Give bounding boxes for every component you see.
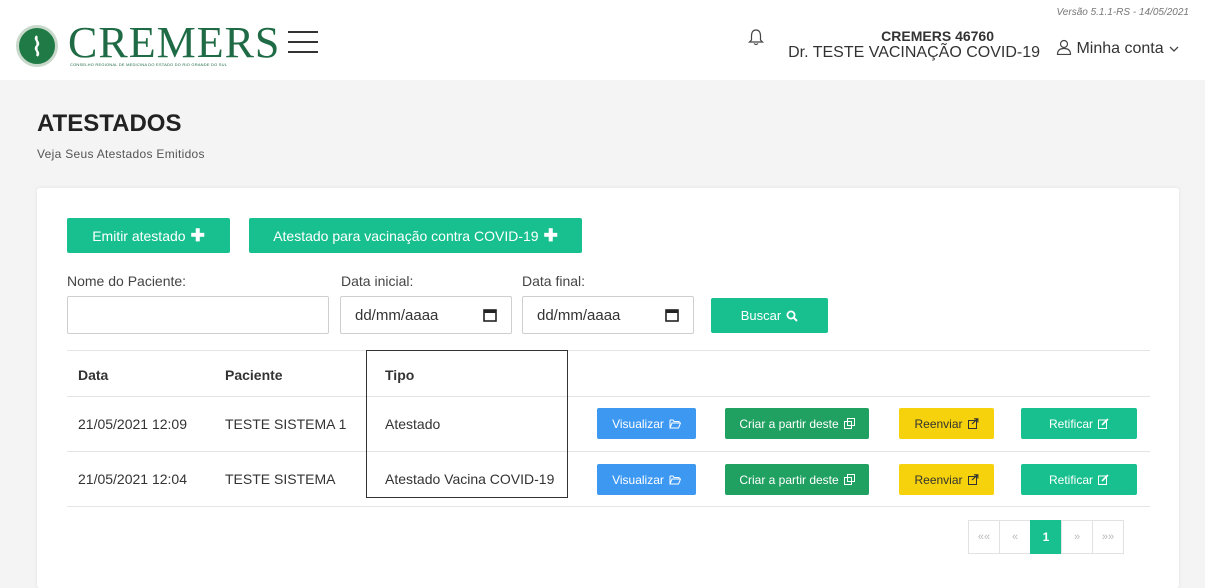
start-date-input[interactable]: dd/mm/aaaa xyxy=(340,296,512,334)
covid-vaccination-certificate-button[interactable]: Atestado para vacinação contra COVID-19 … xyxy=(249,218,582,253)
start-date-placeholder: dd/mm/aaaa xyxy=(355,306,439,324)
copy-icon xyxy=(843,418,855,429)
resend-button[interactable]: Reenviar xyxy=(899,464,994,495)
user-info: CREMERS 46760 Dr. TESTE VACINAÇÃO COVID-… xyxy=(780,28,1040,62)
cremers-logo[interactable]: CREMERS CONSELHO REGIONAL DE MEDICINA DO… xyxy=(16,20,279,72)
version-label: Versão 5.1.1-RS - 14/05/2021 xyxy=(1056,7,1190,18)
create-from-button[interactable]: Criar a partir deste xyxy=(725,464,869,495)
row-date: 21/05/2021 12:09 xyxy=(78,416,187,432)
rectify-button[interactable]: Retificar xyxy=(1021,464,1137,495)
edit-icon xyxy=(1098,474,1109,485)
view-button[interactable]: Visualizar xyxy=(597,464,696,495)
header-divider xyxy=(67,396,1150,397)
pagination-prev[interactable]: « xyxy=(999,520,1031,554)
page-subtitle: Veja Seus Atestados Emitidos xyxy=(37,147,205,161)
share-icon xyxy=(967,418,978,429)
folder-open-icon xyxy=(669,419,681,428)
create-from-button[interactable]: Criar a partir deste xyxy=(725,408,869,439)
row-type: Atestado Vacina COVID-19 xyxy=(385,471,555,487)
table-top-border xyxy=(67,350,1150,351)
end-date-input[interactable]: dd/mm/aaaa xyxy=(522,296,694,334)
patient-name-input[interactable] xyxy=(67,296,329,334)
menu-icon[interactable] xyxy=(288,31,318,53)
bell-icon[interactable] xyxy=(748,28,764,46)
edit-icon xyxy=(1098,418,1109,429)
user-icon xyxy=(1056,39,1072,56)
page-title: ATESTADOS xyxy=(37,110,182,137)
search-icon xyxy=(786,310,798,322)
row-divider xyxy=(67,451,1150,452)
pagination-first[interactable]: «« xyxy=(968,520,1000,554)
search-button[interactable]: Buscar xyxy=(711,298,828,333)
pagination-current[interactable]: 1 xyxy=(1030,520,1062,554)
account-label: Minha conta xyxy=(1076,40,1164,57)
logo-subtitle: CONSELHO REGIONAL DE MEDICINA DO ESTADO … xyxy=(70,62,228,67)
covid-vaccination-label: Atestado para vacinação contra COVID-19 xyxy=(273,227,539,244)
row-patient: TESTE SISTEMA xyxy=(225,471,336,487)
seal-icon xyxy=(16,25,58,67)
row-divider xyxy=(67,506,1150,507)
column-header-patient: Paciente xyxy=(225,367,283,383)
view-label: Visualizar xyxy=(612,472,664,487)
rectify-label: Retificar xyxy=(1048,472,1093,487)
plus-icon: ✚ xyxy=(190,225,205,245)
end-date-placeholder: dd/mm/aaaa xyxy=(537,306,621,324)
pagination: «« « 1 » »» xyxy=(968,520,1124,554)
copy-icon xyxy=(843,474,855,485)
search-label: Buscar xyxy=(740,308,782,323)
end-date-label: Data final: xyxy=(522,273,586,289)
pagination-last[interactable]: »» xyxy=(1092,520,1124,554)
view-label: Visualizar xyxy=(612,416,664,431)
rectify-label: Retificar xyxy=(1048,416,1093,431)
rectify-button[interactable]: Retificar xyxy=(1021,408,1137,439)
column-header-date: Data xyxy=(78,367,109,383)
emit-certificate-label: Emitir atestado xyxy=(92,227,186,244)
calendar-icon[interactable] xyxy=(665,308,679,322)
user-name: Dr. TESTE VACINAÇÃO COVID-19 xyxy=(788,44,1040,61)
resend-label: Reenviar xyxy=(914,416,963,431)
account-menu[interactable]: Minha conta xyxy=(1056,39,1180,58)
column-header-type: Tipo xyxy=(385,367,415,383)
logo-text: CREMERS xyxy=(68,18,281,67)
user-crm: CREMERS 46760 xyxy=(881,28,994,44)
row-date: 21/05/2021 12:04 xyxy=(78,471,187,487)
patient-name-label: Nome do Paciente: xyxy=(67,273,187,289)
row-patient: TESTE SISTEMA 1 xyxy=(225,416,347,432)
resend-button[interactable]: Reenviar xyxy=(899,408,994,439)
row-type: Atestado xyxy=(385,416,441,432)
calendar-icon[interactable] xyxy=(483,308,497,322)
emit-certificate-button[interactable]: Emitir atestado ✚ xyxy=(67,218,230,253)
create-from-label: Criar a partir deste xyxy=(739,416,839,431)
share-icon xyxy=(967,474,978,485)
pagination-next[interactable]: » xyxy=(1061,520,1093,554)
resend-label: Reenviar xyxy=(914,472,963,487)
top-header: CREMERS CONSELHO REGIONAL DE MEDICINA DO… xyxy=(0,0,1205,80)
create-from-label: Criar a partir deste xyxy=(739,472,839,487)
view-button[interactable]: Visualizar xyxy=(597,408,696,439)
plus-icon: ✚ xyxy=(543,225,558,245)
folder-open-icon xyxy=(669,475,681,484)
start-date-label: Data inicial: xyxy=(341,273,414,289)
certificates-card: Emitir atestado ✚ Atestado para vacinaçã… xyxy=(37,188,1179,588)
chevron-down-icon xyxy=(1169,46,1179,52)
